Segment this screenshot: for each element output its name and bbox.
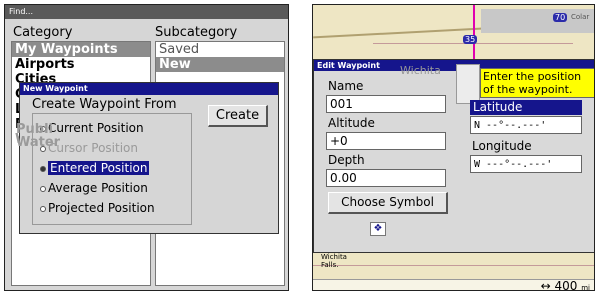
name-label: Name <box>328 79 364 93</box>
longitude-label: Longitude <box>472 139 532 153</box>
map-route-line <box>473 5 475 59</box>
subcategory-label: Subcategory <box>155 25 238 40</box>
create-button[interactable]: Create <box>208 105 268 127</box>
scale-value: 400 <box>554 279 578 291</box>
tooltip-anchor <box>456 64 480 104</box>
waypoint-symbol-icon[interactable]: ❖ <box>370 222 386 236</box>
latitude-field[interactable]: N --°--.---' <box>470 116 582 134</box>
map-label-wichita: Wichita <box>400 64 441 77</box>
option-label: Entered Position <box>48 161 150 175</box>
map-bottom[interactable]: Wichita Falls. <box>313 253 594 279</box>
longitude-field[interactable]: W ---°--.---' <box>470 155 582 173</box>
new-waypoint-dialog-title: New Waypoint <box>20 83 278 95</box>
map-top[interactable]: 35 70 Colar <box>313 5 594 59</box>
category-label: Category <box>13 25 73 40</box>
option-label: Current Position <box>48 121 144 135</box>
category-item-my-waypoints[interactable]: My Waypoints <box>12 42 150 57</box>
category-item-water: Water <box>16 135 61 150</box>
radio-icon <box>40 165 46 172</box>
new-waypoint-dialog: New Waypoint Create Waypoint From Create… <box>19 82 279 234</box>
radio-icon <box>40 185 46 192</box>
depth-field[interactable]: 0.00 <box>326 169 446 187</box>
highway-70-icon: 70 <box>553 13 568 22</box>
map-label-wichita-falls: Wichita Falls. <box>321 253 347 269</box>
instruction-tooltip: Enter the position of the waypoint. <box>480 68 594 98</box>
subcategory-item-saved[interactable]: Saved <box>156 42 284 57</box>
edit-waypoint-dialog: Edit Waypoint Wichita Name 001 Altitude … <box>313 59 594 253</box>
option-label: Projected Position <box>48 201 155 215</box>
altitude-field[interactable]: +0 <box>326 132 446 150</box>
radio-icon <box>40 205 46 212</box>
map-label-colar: Colar <box>571 13 590 21</box>
option-label: Average Position <box>48 181 148 195</box>
find-title-bar: Find... <box>5 5 288 19</box>
scale-arrow-icon: ↔ <box>540 279 551 291</box>
edit-waypoint-screen: 35 70 Colar Edit Waypoint Wichita Name 0… <box>312 4 595 291</box>
altitude-label: Altitude <box>328 116 375 130</box>
latitude-label[interactable]: Latitude <box>470 100 582 115</box>
scale-bar: ↔ 400 mi <box>313 279 594 291</box>
choose-symbol-button[interactable]: Choose Symbol <box>328 192 448 214</box>
category-item-airports[interactable]: Airports <box>12 57 150 72</box>
find-screen: Find... Category Subcategory My Waypoint… <box>4 4 289 291</box>
option-label: Cursor Position <box>48 141 138 155</box>
name-field[interactable]: 001 <box>326 95 446 113</box>
highway-35-icon: 35 <box>463 35 478 44</box>
option-entered-position[interactable]: Entered Position <box>40 159 150 177</box>
subcategory-item-new[interactable]: New <box>156 57 284 72</box>
option-average-position[interactable]: Average Position <box>40 179 148 197</box>
option-projected-position[interactable]: Projected Position <box>40 199 155 217</box>
create-from-label: Create Waypoint From <box>32 97 177 112</box>
scale-unit: mi <box>581 284 590 291</box>
depth-label: Depth <box>328 153 365 167</box>
